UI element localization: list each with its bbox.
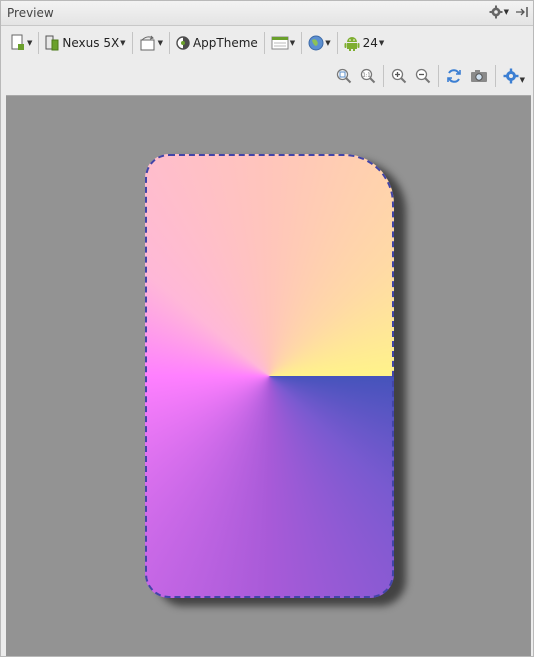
layout-variants-icon <box>271 36 289 50</box>
design-surface-icon <box>10 34 26 52</box>
device-selector[interactable]: Nexus 5X ▼ <box>42 31 128 55</box>
toolbar-separator <box>263 32 265 54</box>
toolbar-separator <box>336 32 338 54</box>
chevron-down-icon: ▼ <box>157 39 163 47</box>
refresh-icon <box>446 68 462 84</box>
rotate-icon <box>139 35 157 51</box>
zoom-to-fit-button[interactable] <box>332 64 356 88</box>
gear-icon[interactable]: ▼ <box>489 5 509 19</box>
theme-label: AppTheme <box>192 36 258 50</box>
preview-toolbar: ▼ Nexus 5X ▼ ▼ AppTheme ▼ ▼ 24 ▼ <box>1 26 533 60</box>
toolbar-separator <box>131 32 133 54</box>
preview-window: Preview ▼ ▼ Nexus 5X ▼ ▼ AppTheme ▼ ▼ 24… <box>0 0 534 657</box>
phone-icon <box>45 35 59 51</box>
options-button[interactable]: ▼ <box>499 64 529 88</box>
camera-icon <box>470 69 488 83</box>
chevron-down-icon: ▼ <box>325 39 331 47</box>
locale-selector[interactable]: ▼ <box>305 31 333 55</box>
pin-to-side-icon[interactable] <box>515 5 529 19</box>
device-label: Nexus 5X <box>62 36 120 50</box>
title-bar: Preview ▼ <box>1 1 533 26</box>
toolbar-separator <box>38 32 40 54</box>
zoom-in-icon <box>391 68 407 84</box>
zoom-actual-size-icon: 1:1 <box>360 68 376 84</box>
device-selection-outline <box>145 154 394 598</box>
refresh-button[interactable] <box>442 64 466 88</box>
chevron-down-icon: ▼ <box>519 76 525 84</box>
chevron-down-icon: ▼ <box>503 8 509 16</box>
api-level-label: 24 <box>362 36 378 50</box>
zoom-actual-size-button[interactable]: 1:1 <box>356 64 380 88</box>
svg-text:1:1: 1:1 <box>362 73 370 79</box>
globe-icon <box>308 35 324 51</box>
design-surface-button[interactable]: ▼ <box>7 31 35 55</box>
zoom-to-fit-icon <box>336 68 352 84</box>
zoom-in-button[interactable] <box>387 64 411 88</box>
android-icon <box>344 35 360 51</box>
screenshot-button[interactable] <box>466 64 492 88</box>
zoom-out-icon <box>415 68 431 84</box>
toolbar-separator <box>494 65 496 87</box>
window-title: Preview <box>7 6 54 20</box>
layout-variants-selector[interactable]: ▼ <box>268 31 298 55</box>
theme-icon <box>176 36 190 50</box>
theme-selector[interactable]: AppTheme <box>173 31 261 55</box>
orientation-selector[interactable]: ▼ <box>136 31 166 55</box>
zoom-toolbar: 1:1 ▼ <box>1 63 533 89</box>
toolbar-separator <box>168 32 170 54</box>
design-canvas[interactable] <box>6 95 531 656</box>
chevron-down-icon: ▼ <box>289 39 296 47</box>
toolbar-separator <box>437 65 439 87</box>
chevron-down-icon: ▼ <box>120 39 126 47</box>
chevron-down-icon: ▼ <box>27 39 33 47</box>
chevron-down-icon: ▼ <box>378 39 385 47</box>
gear-icon: ▼ <box>503 68 525 84</box>
toolbar-separator <box>382 65 384 87</box>
zoom-out-button[interactable] <box>411 64 435 88</box>
api-level-selector[interactable]: 24 ▼ <box>341 31 388 55</box>
toolbar-separator <box>301 32 303 54</box>
